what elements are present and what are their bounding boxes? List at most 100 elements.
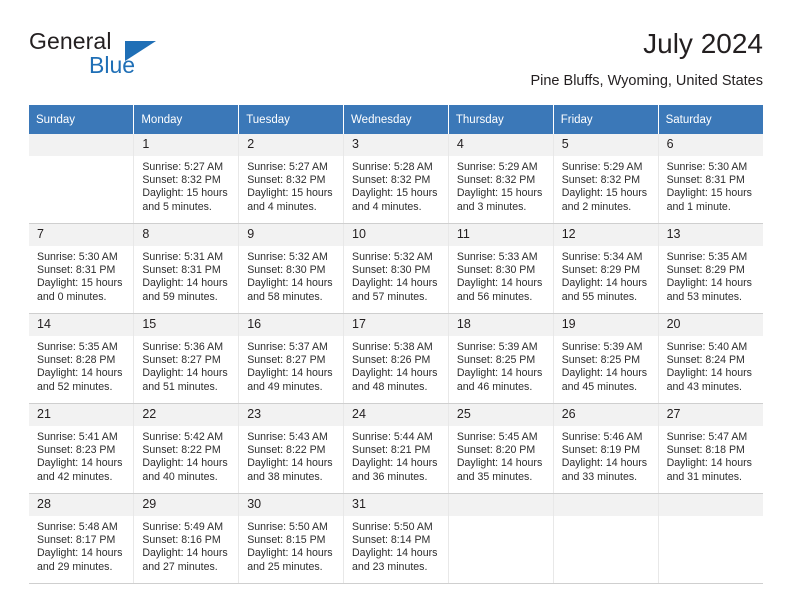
daylight-text-line2: and 4 minutes. [247, 200, 317, 213]
day-number: 31 [344, 494, 448, 516]
day-cell[interactable]: 14 Sunrise: 5:35 AM Sunset: 8:28 PM Dayligh… [29, 313, 135, 404]
day-cell[interactable]: 6 Sunrise: 5:30 AM Sunset: 8:31 PM Daylight… [658, 134, 763, 224]
day-cell[interactable]: 10 Sunrise: 5:32 AM Sunset: 8:30 PM Dayligh… [343, 223, 449, 314]
day-cell-empty [448, 493, 554, 584]
daylight-text-line2: and 48 minutes. [352, 380, 428, 393]
day-cell[interactable]: 4 Sunrise: 5:29 AM Sunset: 8:32 PM Daylight… [448, 134, 554, 224]
day-number: 29 [134, 494, 239, 516]
day-cell[interactable]: 23 Sunrise: 5:43 AM Sunset: 8:22 PM Dayligh… [238, 403, 345, 494]
daylight-text-line2: and 25 minutes. [247, 560, 323, 573]
day-details: Sunrise: 5:44 AM Sunset: 8:21 PM Daylight:… [344, 426, 448, 484]
sunrise-text: Sunrise: 5:39 AM [561, 341, 643, 353]
day-cell[interactable]: 22 Sunrise: 5:42 AM Sunset: 8:22 PM Dayligh… [133, 403, 240, 494]
day-cell[interactable]: 3 Sunrise: 5:28 AM Sunset: 8:32 PM Daylight… [343, 134, 449, 224]
day-number: 24 [344, 404, 448, 426]
day-cell[interactable]: 17 Sunrise: 5:38 AM Sunset: 8:26 PM Dayligh… [343, 313, 449, 404]
sunrise-text: Sunrise: 5:27 AM [247, 161, 328, 173]
sunset-text: Sunset: 8:30 PM [247, 264, 326, 277]
calendar-week-row: 21 Sunrise: 5:41 AM Sunset: 8:23 PM Dayligh… [29, 403, 763, 494]
day-number: 16 [239, 314, 344, 336]
sunset-text: Sunset: 8:29 PM [666, 264, 745, 277]
day-cell[interactable]: 9 Sunrise: 5:32 AM Sunset: 8:30 PM Daylight… [238, 223, 345, 314]
day-cell[interactable]: 26 Sunrise: 5:46 AM Sunset: 8:19 PM Dayligh… [553, 403, 659, 494]
daylight-text-line1: Daylight: 14 hours [247, 547, 333, 560]
day-number: 6 [658, 134, 763, 156]
day-cell[interactable]: 25 Sunrise: 5:45 AM Sunset: 8:20 PM Dayligh… [448, 403, 554, 494]
day-details: Sunrise: 5:47 AM Sunset: 8:18 PM Daylight:… [659, 426, 763, 484]
weekday-header-friday: Friday [553, 105, 659, 134]
day-number [658, 494, 763, 516]
calendar-week-row: 1 Sunrise: 5:27 AM Sunset: 8:32 PM Daylight… [29, 134, 763, 224]
day-cell[interactable]: 8 Sunrise: 5:31 AM Sunset: 8:31 PM Daylight… [133, 223, 240, 314]
sunset-text: Sunset: 8:29 PM [561, 264, 641, 277]
day-details: Sunrise: 5:48 AM Sunset: 8:17 PM Daylight:… [29, 516, 133, 574]
sunset-text: Sunset: 8:24 PM [666, 354, 745, 367]
day-cell[interactable]: 29 Sunrise: 5:49 AM Sunset: 8:16 PM Dayligh… [133, 493, 240, 584]
day-number: 27 [658, 404, 763, 426]
sunset-text: Sunset: 8:21 PM [352, 444, 431, 457]
daylight-text-line2: and 56 minutes. [456, 290, 533, 303]
sunset-text: Sunset: 8:30 PM [456, 264, 536, 277]
day-cell[interactable]: 20 Sunrise: 5:40 AM Sunset: 8:24 PM Dayligh… [658, 313, 763, 404]
general-blue-logo[interactable]: General Blue [29, 28, 229, 84]
day-details: Sunrise: 5:46 AM Sunset: 8:19 PM Daylight:… [554, 426, 658, 484]
daylight-text-line2: and 59 minutes. [142, 290, 218, 303]
day-cell[interactable]: 16 Sunrise: 5:37 AM Sunset: 8:27 PM Dayligh… [238, 313, 345, 404]
day-number: 3 [344, 134, 448, 156]
day-cell[interactable]: 2 Sunrise: 5:27 AM Sunset: 8:32 PM Daylight… [238, 134, 345, 224]
day-number: 18 [448, 314, 553, 336]
sunset-text: Sunset: 8:31 PM [142, 264, 221, 277]
day-number: 21 [29, 404, 134, 426]
sunset-text: Sunset: 8:22 PM [247, 444, 326, 457]
day-cell[interactable]: 11 Sunrise: 5:33 AM Sunset: 8:30 PM Dayligh… [448, 223, 554, 314]
weekday-header-saturday: Saturday [658, 105, 763, 134]
daylight-text-line1: Daylight: 14 hours [37, 547, 123, 560]
daylight-text-line1: Daylight: 14 hours [352, 277, 438, 290]
sunrise-text: Sunrise: 5:41 AM [37, 431, 118, 443]
sunrise-text: Sunrise: 5:29 AM [561, 161, 643, 173]
day-cell[interactable]: 27 Sunrise: 5:47 AM Sunset: 8:18 PM Dayligh… [658, 403, 763, 494]
sunset-text: Sunset: 8:31 PM [37, 264, 116, 277]
day-number: 4 [448, 134, 553, 156]
day-cell[interactable]: 31 Sunrise: 5:50 AM Sunset: 8:14 PM Dayligh… [343, 493, 449, 584]
sunrise-text: Sunrise: 5:33 AM [456, 251, 538, 263]
daylight-text-line1: Daylight: 14 hours [561, 277, 648, 290]
sunrise-text: Sunrise: 5:50 AM [247, 521, 328, 533]
sunset-text: Sunset: 8:32 PM [247, 174, 326, 187]
daylight-text-line2: and 3 minutes. [456, 200, 527, 213]
daylight-text-line1: Daylight: 15 hours [352, 187, 438, 200]
day-cell[interactable]: 21 Sunrise: 5:41 AM Sunset: 8:23 PM Dayligh… [29, 403, 135, 494]
logo-text-blue: Blue [89, 52, 136, 78]
daylight-text-line2: and 4 minutes. [352, 200, 422, 213]
day-details: Sunrise: 5:34 AM Sunset: 8:29 PM Daylight:… [554, 246, 658, 304]
daylight-text-line1: Daylight: 15 hours [142, 187, 228, 200]
sunrise-text: Sunrise: 5:30 AM [37, 251, 118, 263]
day-cell[interactable]: 28 Sunrise: 5:48 AM Sunset: 8:17 PM Dayligh… [29, 493, 135, 584]
daylight-text-line1: Daylight: 14 hours [142, 277, 228, 290]
day-cell[interactable]: 12 Sunrise: 5:34 AM Sunset: 8:29 PM Dayligh… [553, 223, 659, 314]
sunset-text: Sunset: 8:27 PM [142, 354, 221, 367]
day-cell-empty [553, 493, 659, 584]
day-cell[interactable]: 13 Sunrise: 5:35 AM Sunset: 8:29 PM Dayligh… [658, 223, 763, 314]
daylight-text-line1: Daylight: 14 hours [666, 457, 752, 470]
day-cell[interactable]: 30 Sunrise: 5:50 AM Sunset: 8:15 PM Dayligh… [238, 493, 345, 584]
day-cell[interactable]: 7 Sunrise: 5:30 AM Sunset: 8:31 PM Daylight… [29, 223, 135, 314]
day-number: 11 [448, 224, 553, 246]
day-cell[interactable]: 19 Sunrise: 5:39 AM Sunset: 8:25 PM Dayligh… [553, 313, 659, 404]
day-cell[interactable]: 1 Sunrise: 5:27 AM Sunset: 8:32 PM Daylight… [133, 134, 240, 224]
daylight-text-line2: and 29 minutes. [37, 560, 113, 573]
day-cell[interactable]: 18 Sunrise: 5:39 AM Sunset: 8:25 PM Dayligh… [448, 313, 554, 404]
sunset-text: Sunset: 8:32 PM [352, 174, 431, 187]
sunrise-text: Sunrise: 5:40 AM [666, 341, 748, 353]
daylight-text-line1: Daylight: 14 hours [247, 457, 333, 470]
day-number [553, 494, 658, 516]
day-cell[interactable]: 5 Sunrise: 5:29 AM Sunset: 8:32 PM Daylight… [553, 134, 659, 224]
day-details: Sunrise: 5:27 AM Sunset: 8:32 PM Daylight:… [239, 156, 343, 214]
daylight-text-line1: Daylight: 14 hours [142, 367, 228, 380]
day-cell[interactable]: 24 Sunrise: 5:44 AM Sunset: 8:21 PM Dayligh… [343, 403, 449, 494]
sunrise-text: Sunrise: 5:47 AM [666, 431, 748, 443]
daylight-text-line1: Daylight: 15 hours [666, 187, 752, 200]
daylight-text-line2: and 51 minutes. [142, 380, 218, 393]
day-cell[interactable]: 15 Sunrise: 5:36 AM Sunset: 8:27 PM Dayligh… [133, 313, 240, 404]
day-details: Sunrise: 5:33 AM Sunset: 8:30 PM Daylight:… [449, 246, 553, 304]
